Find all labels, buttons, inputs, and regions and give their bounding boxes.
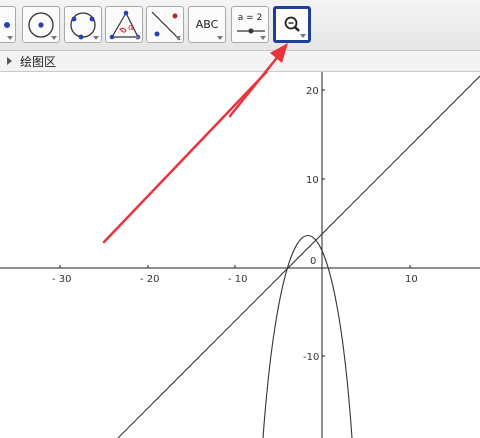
graphics-view-header: 绘图区 (0, 51, 480, 72)
y-tick-label: -10 (303, 352, 319, 363)
circle-three-points-tool-button[interactable] (64, 6, 102, 43)
tool-menu-caret-icon (93, 36, 99, 40)
reflect-line-tool-button[interactable] (146, 6, 184, 43)
x-tick-label: 10 (405, 274, 418, 285)
red-annotation-arrow (102, 72, 269, 244)
text-tool-button[interactable]: ABC (188, 6, 226, 43)
zoom-in-tool-button[interactable] (273, 6, 311, 43)
circle-center-point-tool-button[interactable] (22, 6, 60, 43)
origin-label: 0 (310, 256, 316, 267)
graphics-view[interactable]: - 30 - 20 - 10 10 20 10 -10 0 (0, 72, 480, 438)
tool-menu-caret-icon (134, 36, 140, 40)
toolbar: α ABC a = 2 (0, 0, 480, 51)
tool-menu-caret-icon (7, 36, 13, 40)
tool-menu-caret-icon (300, 34, 306, 38)
tool-menu-caret-icon (260, 36, 266, 40)
tool-menu-caret-icon (217, 36, 223, 40)
text-tool-label: ABC (195, 18, 219, 31)
y-tick-label: 20 (306, 86, 319, 97)
graphics-view-title: 绘图区 (20, 55, 57, 69)
y-tick-label: 10 (306, 175, 319, 186)
x-tick-label: - 30 (52, 274, 72, 285)
angle-tool-button[interactable]: α (105, 6, 143, 43)
x-axis-tick-labels: - 30 - 20 - 10 10 (52, 274, 418, 285)
slider-tool-button[interactable]: a = 2 (231, 6, 269, 43)
collapse-triangle-icon[interactable] (7, 57, 12, 65)
svg-text:α: α (128, 23, 134, 33)
x-tick-label: - 10 (228, 274, 248, 285)
tool-menu-caret-icon (51, 36, 57, 40)
point-tool-button[interactable] (0, 6, 16, 43)
line-curve[interactable] (117, 75, 480, 438)
x-tick-label: - 20 (140, 274, 160, 285)
parabola-curve[interactable] (262, 235, 353, 438)
tool-menu-caret-icon (175, 36, 181, 40)
y-axis-tick-labels: 20 10 -10 (303, 86, 319, 363)
